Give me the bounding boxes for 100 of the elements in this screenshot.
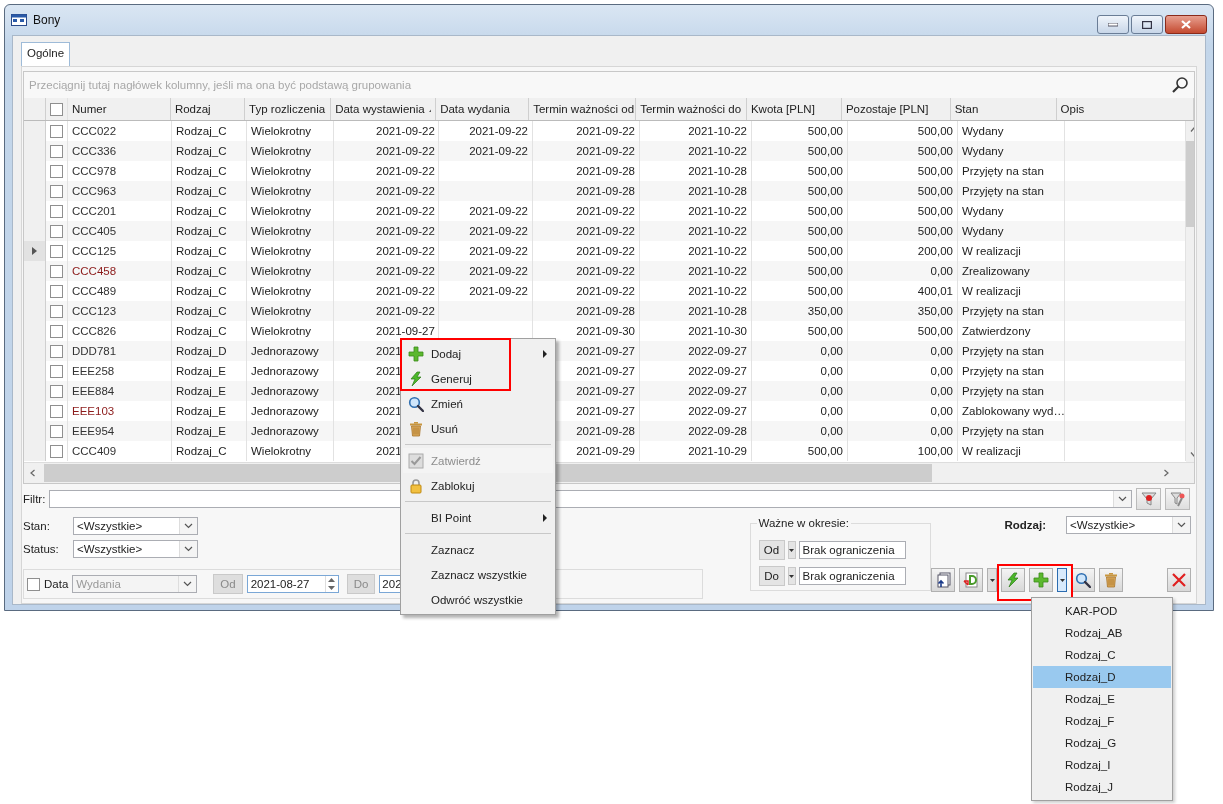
table-cell: Wielokrotny — [247, 261, 334, 281]
chevron-down-icon — [1177, 522, 1186, 528]
menu-item[interactable]: Zaznacz — [403, 537, 553, 562]
search-icon[interactable] — [1171, 76, 1189, 94]
table-cell: CCC409 — [68, 441, 172, 461]
copy-button[interactable] — [931, 568, 955, 592]
row-checkbox[interactable] — [50, 124, 63, 138]
row-checkbox[interactable] — [50, 324, 63, 338]
column-header[interactable]: Termin ważności od — [529, 98, 637, 120]
tab[interactable]: Ogólne — [21, 42, 71, 66]
to-button[interactable]: Do — [758, 566, 785, 586]
dropdown-item[interactable]: Rodzaj_D — [1033, 666, 1171, 688]
add-button[interactable] — [1029, 568, 1053, 592]
menu-item[interactable]: Odwróć wszystkie — [403, 587, 553, 612]
row-checkbox[interactable] — [50, 404, 63, 418]
column-header[interactable]: Numer — [68, 98, 171, 120]
table-cell: Wielokrotny — [247, 441, 334, 461]
row-checkbox[interactable] — [50, 364, 63, 378]
dropdown-item[interactable]: Rodzaj_J — [1033, 776, 1171, 798]
menu-item[interactable]: Zablokuj — [403, 473, 553, 498]
table-cell: Rodzaj_C — [172, 141, 247, 161]
add-dropdown-button[interactable] — [1057, 568, 1067, 592]
validity-title: Ważne w okresie: — [756, 517, 851, 529]
chevron-down-icon — [183, 581, 193, 587]
checkmark-icon — [408, 452, 424, 469]
close-form-button[interactable] — [1167, 568, 1191, 592]
dropdown-item[interactable]: Rodzaj_I — [1033, 754, 1171, 776]
table-cell: Rodzaj_C — [172, 221, 247, 241]
filter-label: Filtr: — [23, 493, 46, 505]
column-header[interactable]: Rodzaj — [170, 98, 246, 120]
filter-settings-button[interactable] — [1165, 488, 1191, 510]
table-cell: 0,00 — [752, 381, 848, 401]
select-all-checkbox[interactable] — [50, 102, 63, 116]
column-header[interactable]: Stan — [950, 98, 1057, 120]
from-dropdown-button[interactable] — [787, 541, 796, 559]
column-header[interactable]: Termin ważności do — [636, 98, 747, 120]
dropdown-item[interactable]: Rodzaj_F — [1033, 710, 1171, 732]
rodzaj-select[interactable]: <Wszystkie> — [1066, 516, 1191, 534]
to-dropdown-button[interactable] — [787, 567, 796, 585]
row-checkbox[interactable] — [50, 144, 63, 158]
column-header[interactable]: Opis — [1056, 98, 1194, 120]
table-cell: 0,00 — [848, 341, 958, 361]
table-cell: 0,00 — [848, 421, 958, 441]
row-checkbox[interactable] — [50, 444, 63, 458]
row-checkbox[interactable] — [50, 424, 63, 438]
current-row-icon — [32, 247, 37, 255]
menu-item[interactable]: BI Point — [403, 505, 553, 530]
table-cell: 0,00 — [752, 341, 848, 361]
minimize-button[interactable] — [1097, 15, 1129, 34]
lightning-icon — [408, 370, 424, 387]
caret-icon — [989, 578, 995, 582]
dropdown-item[interactable]: Rodzaj_E — [1033, 688, 1171, 710]
column-header[interactable]: Typ rozliczenia — [245, 98, 332, 120]
row-checkbox[interactable] — [50, 264, 63, 278]
search-icon — [408, 395, 424, 412]
from-input[interactable]: Brak ograniczenia — [798, 541, 906, 559]
dropdown-item[interactable]: Rodzaj_G — [1033, 732, 1171, 754]
status-select[interactable]: <Wszystkie> — [73, 540, 198, 558]
table-cell: CCC336 — [68, 141, 172, 161]
from-button[interactable]: Od — [758, 540, 785, 560]
table-cell: 2022-09-27 — [640, 341, 752, 361]
table-cell: 2021-09-28 — [533, 181, 640, 201]
generate-button[interactable] — [1001, 568, 1025, 592]
row-checkbox[interactable] — [50, 224, 63, 238]
row-indicator[interactable] — [24, 241, 46, 261]
table-cell: Rodzaj_C — [172, 441, 247, 461]
chevron-down-icon — [184, 523, 193, 529]
stan-select[interactable]: <Wszystkie> — [73, 517, 198, 535]
filter-help-button[interactable] — [1136, 488, 1162, 510]
import-button[interactable] — [959, 568, 983, 592]
maximize-button[interactable] — [1131, 15, 1163, 34]
dropdown-item[interactable]: Rodzaj_C — [1033, 644, 1171, 666]
close-icon — [1181, 20, 1191, 29]
dropdown-item[interactable]: KAR-POD — [1033, 600, 1171, 622]
table-cell: 500,00 — [848, 181, 958, 201]
table-cell: 2021-10-29 — [640, 441, 752, 461]
row-checkbox[interactable] — [50, 384, 63, 398]
column-header[interactable]: Data wystawienia — [331, 98, 437, 120]
row-checkbox[interactable] — [50, 284, 63, 298]
column-header[interactable]: Data wydania — [436, 98, 530, 120]
close-button[interactable] — [1165, 15, 1207, 34]
edit-button[interactable] — [1071, 568, 1095, 592]
table-cell: 2021-09-22 — [533, 141, 640, 161]
row-checkbox[interactable] — [50, 204, 63, 218]
table-cell: 2022-09-27 — [640, 381, 752, 401]
table-cell: Wydany — [958, 141, 1065, 161]
row-checkbox[interactable] — [50, 304, 63, 318]
from-date-input[interactable]: 2021-08-27 — [246, 575, 339, 593]
table-cell: Wielokrotny — [247, 221, 334, 241]
date-checkbox[interactable] — [27, 577, 40, 591]
row-checkbox[interactable] — [50, 184, 63, 198]
import-dropdown-button[interactable] — [987, 568, 997, 592]
column-header[interactable]: Kwota [PLN] — [746, 98, 842, 120]
dropdown-item[interactable]: Rodzaj_AB — [1033, 622, 1171, 644]
row-checkbox[interactable] — [50, 244, 63, 258]
row-checkbox[interactable] — [50, 344, 63, 358]
column-header[interactable]: Pozostaje [PLN] — [841, 98, 951, 120]
row-checkbox[interactable] — [50, 164, 63, 178]
to-input[interactable]: Brak ograniczenia — [798, 567, 906, 585]
menu-item[interactable]: Zaznacz wszystkie — [403, 562, 553, 587]
